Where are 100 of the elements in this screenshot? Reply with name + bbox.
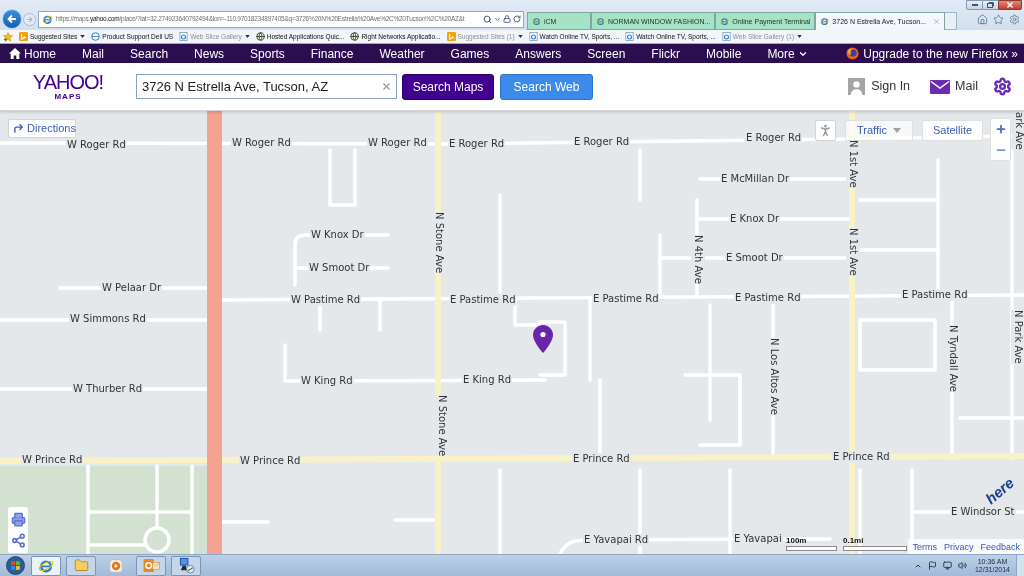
search-icon[interactable]	[483, 14, 492, 24]
refresh-icon[interactable]	[513, 15, 521, 23]
nav-link[interactable]: More	[767, 46, 808, 61]
scale-label: 100m	[786, 536, 808, 545]
plus-icon	[994, 123, 1007, 136]
directions-icon	[13, 123, 24, 134]
street-label: E Knox Dr	[729, 213, 781, 225]
volume-icon[interactable]	[957, 561, 967, 570]
person-icon	[818, 123, 833, 138]
street-label: E Yavapai Rd	[583, 534, 650, 546]
lock-icon[interactable]	[503, 15, 511, 23]
mail-app-icon	[142, 558, 160, 573]
nav-link[interactable]: News	[194, 46, 225, 61]
scale-bar	[843, 546, 907, 551]
scale-bar	[786, 546, 837, 551]
nav-link[interactable]: Screen	[587, 46, 626, 61]
print-icon[interactable]	[10, 512, 26, 527]
street-label: W Pelaar Dr	[101, 282, 163, 294]
nav-link[interactable]: Finance	[310, 46, 354, 61]
street-label: E Smoot Dr	[725, 252, 784, 264]
street-label: E Prince Rd	[572, 453, 631, 465]
network-icon[interactable]	[942, 561, 952, 570]
street-label: W King Rd	[300, 375, 354, 387]
page-icon	[528, 32, 538, 41]
street-label: W Roger Rd	[231, 137, 292, 149]
favorites-star-icon[interactable]	[3, 31, 13, 42]
street-label: N Stone Ave	[432, 212, 446, 274]
street-label: E Yavapai	[733, 533, 783, 545]
clear-icon[interactable]	[381, 81, 392, 92]
tile-icon	[19, 32, 28, 41]
share-icon[interactable]	[10, 533, 26, 548]
page-icon	[179, 32, 189, 41]
start-orb-icon	[5, 556, 25, 575]
directions-button[interactable]: Directions	[8, 119, 76, 138]
back-button[interactable]	[2, 9, 22, 29]
nav-link[interactable]: Mobile	[706, 46, 742, 61]
street-label: W Prince Rd	[21, 454, 84, 466]
settings-icon[interactable]	[993, 77, 1012, 96]
street-label: N Stone Ave	[435, 395, 449, 457]
close-window-button[interactable]	[998, 0, 1022, 10]
nav-link[interactable]: Flickr	[651, 46, 680, 61]
traffic-dropdown[interactable]: Traffic	[845, 120, 913, 141]
upgrade-link[interactable]: Upgrade to the new Firefox »	[846, 46, 1018, 61]
close-icon	[1007, 2, 1013, 8]
browser-icon	[38, 557, 54, 574]
street-label: W Thurber Rd	[72, 383, 144, 395]
mail-link[interactable]: Mail	[930, 77, 978, 96]
caret-icon	[892, 128, 901, 133]
nav-link[interactable]: Answers	[515, 46, 562, 61]
flag-icon[interactable]	[927, 561, 937, 570]
caret-icon[interactable]	[494, 15, 501, 23]
nav-link[interactable]: Games	[450, 46, 490, 61]
sign-in-link[interactable]: Sign In	[848, 77, 911, 96]
street-label: N 1st Ave	[846, 140, 860, 188]
street-label: E Pastime Rd	[734, 292, 802, 304]
folder-icon	[72, 558, 90, 573]
footer-link[interactable]: Privacy	[943, 541, 974, 552]
search-maps-button[interactable]: Search Maps	[402, 73, 494, 100]
minimize-icon	[971, 4, 978, 6]
street-view-button[interactable]	[815, 120, 836, 141]
street-label: W Prince Rd	[239, 455, 302, 467]
street-label: E Roger Rd	[745, 132, 803, 144]
user-icon	[848, 78, 866, 95]
logo-product: MAPS	[54, 92, 82, 101]
street-label: N 1st Ave	[846, 228, 860, 276]
street-label: E King Rd	[462, 374, 512, 386]
computer-icon	[177, 557, 195, 574]
circle-icon	[91, 32, 101, 41]
street-label: E Pastime Rd	[592, 293, 660, 305]
street-label: E Windsor St	[950, 506, 1016, 518]
browser-icon	[820, 17, 830, 26]
page-icon	[625, 32, 635, 41]
location-pin-icon[interactable]	[533, 325, 553, 353]
street-label: N Tyndall Ave	[946, 325, 960, 392]
footer-link[interactable]: Terms	[912, 541, 937, 552]
street-label: N 4th Ave	[691, 235, 705, 284]
nav-link[interactable]: Sports	[250, 46, 285, 61]
nav-link[interactable]: Weather	[379, 46, 425, 61]
nav-link[interactable]: Search	[130, 46, 169, 61]
browser-icon	[42, 13, 53, 25]
nav-link[interactable]: Home	[9, 46, 56, 61]
street-label: E Roger Rd	[448, 138, 506, 150]
start-button[interactable]	[4, 555, 26, 576]
street-label: E Roger Rd	[573, 136, 631, 148]
search-field[interactable]: 3726 N Estrella Ave, Tucson, AZ	[136, 74, 397, 99]
street-label: E Pastime Rd	[449, 294, 517, 306]
street-label: N Park Ave	[1011, 310, 1024, 364]
home-icon[interactable]	[977, 13, 988, 25]
nav-link[interactable]: Mail	[82, 46, 105, 61]
restore-icon	[987, 2, 994, 8]
minimize-button[interactable]	[966, 0, 983, 10]
logo-wordmark[interactable]: YAHOO!	[32, 72, 104, 92]
taskbar-button[interactable]	[171, 555, 201, 576]
home-icon	[9, 48, 21, 59]
maximize-button[interactable]	[983, 0, 998, 10]
browser-icon	[596, 16, 605, 26]
satellite-button[interactable]: Satellite	[922, 120, 983, 141]
roundabout	[143, 526, 171, 554]
footer-link[interactable]: Feedback	[980, 541, 1020, 552]
browser-logo-icon	[846, 47, 860, 60]
